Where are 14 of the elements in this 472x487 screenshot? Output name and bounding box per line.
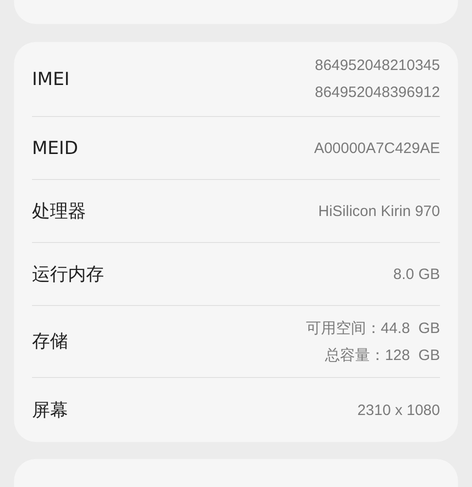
row-value: 864952048396912 [314, 83, 440, 103]
row-label: 处理器 [32, 200, 86, 224]
row-value: HiSilicon Kirin 970 [318, 202, 440, 222]
row-label: MEID [32, 136, 78, 160]
row-label: 运行内存 [32, 262, 104, 286]
row-value: 总容量：128 GB [324, 346, 440, 366]
row-value: 2310 x 1080 [357, 400, 440, 420]
row-value: A00000A7C429AE [314, 138, 440, 158]
row-label: IMEI [32, 68, 70, 92]
row-label: 存储 [32, 330, 68, 354]
row-value: 可用空间：44.8 GB [306, 318, 440, 338]
row-value: 8.0 GB [393, 264, 440, 284]
row-label: 屏幕 [32, 398, 68, 422]
row-value: 864952048210345 [314, 56, 440, 76]
